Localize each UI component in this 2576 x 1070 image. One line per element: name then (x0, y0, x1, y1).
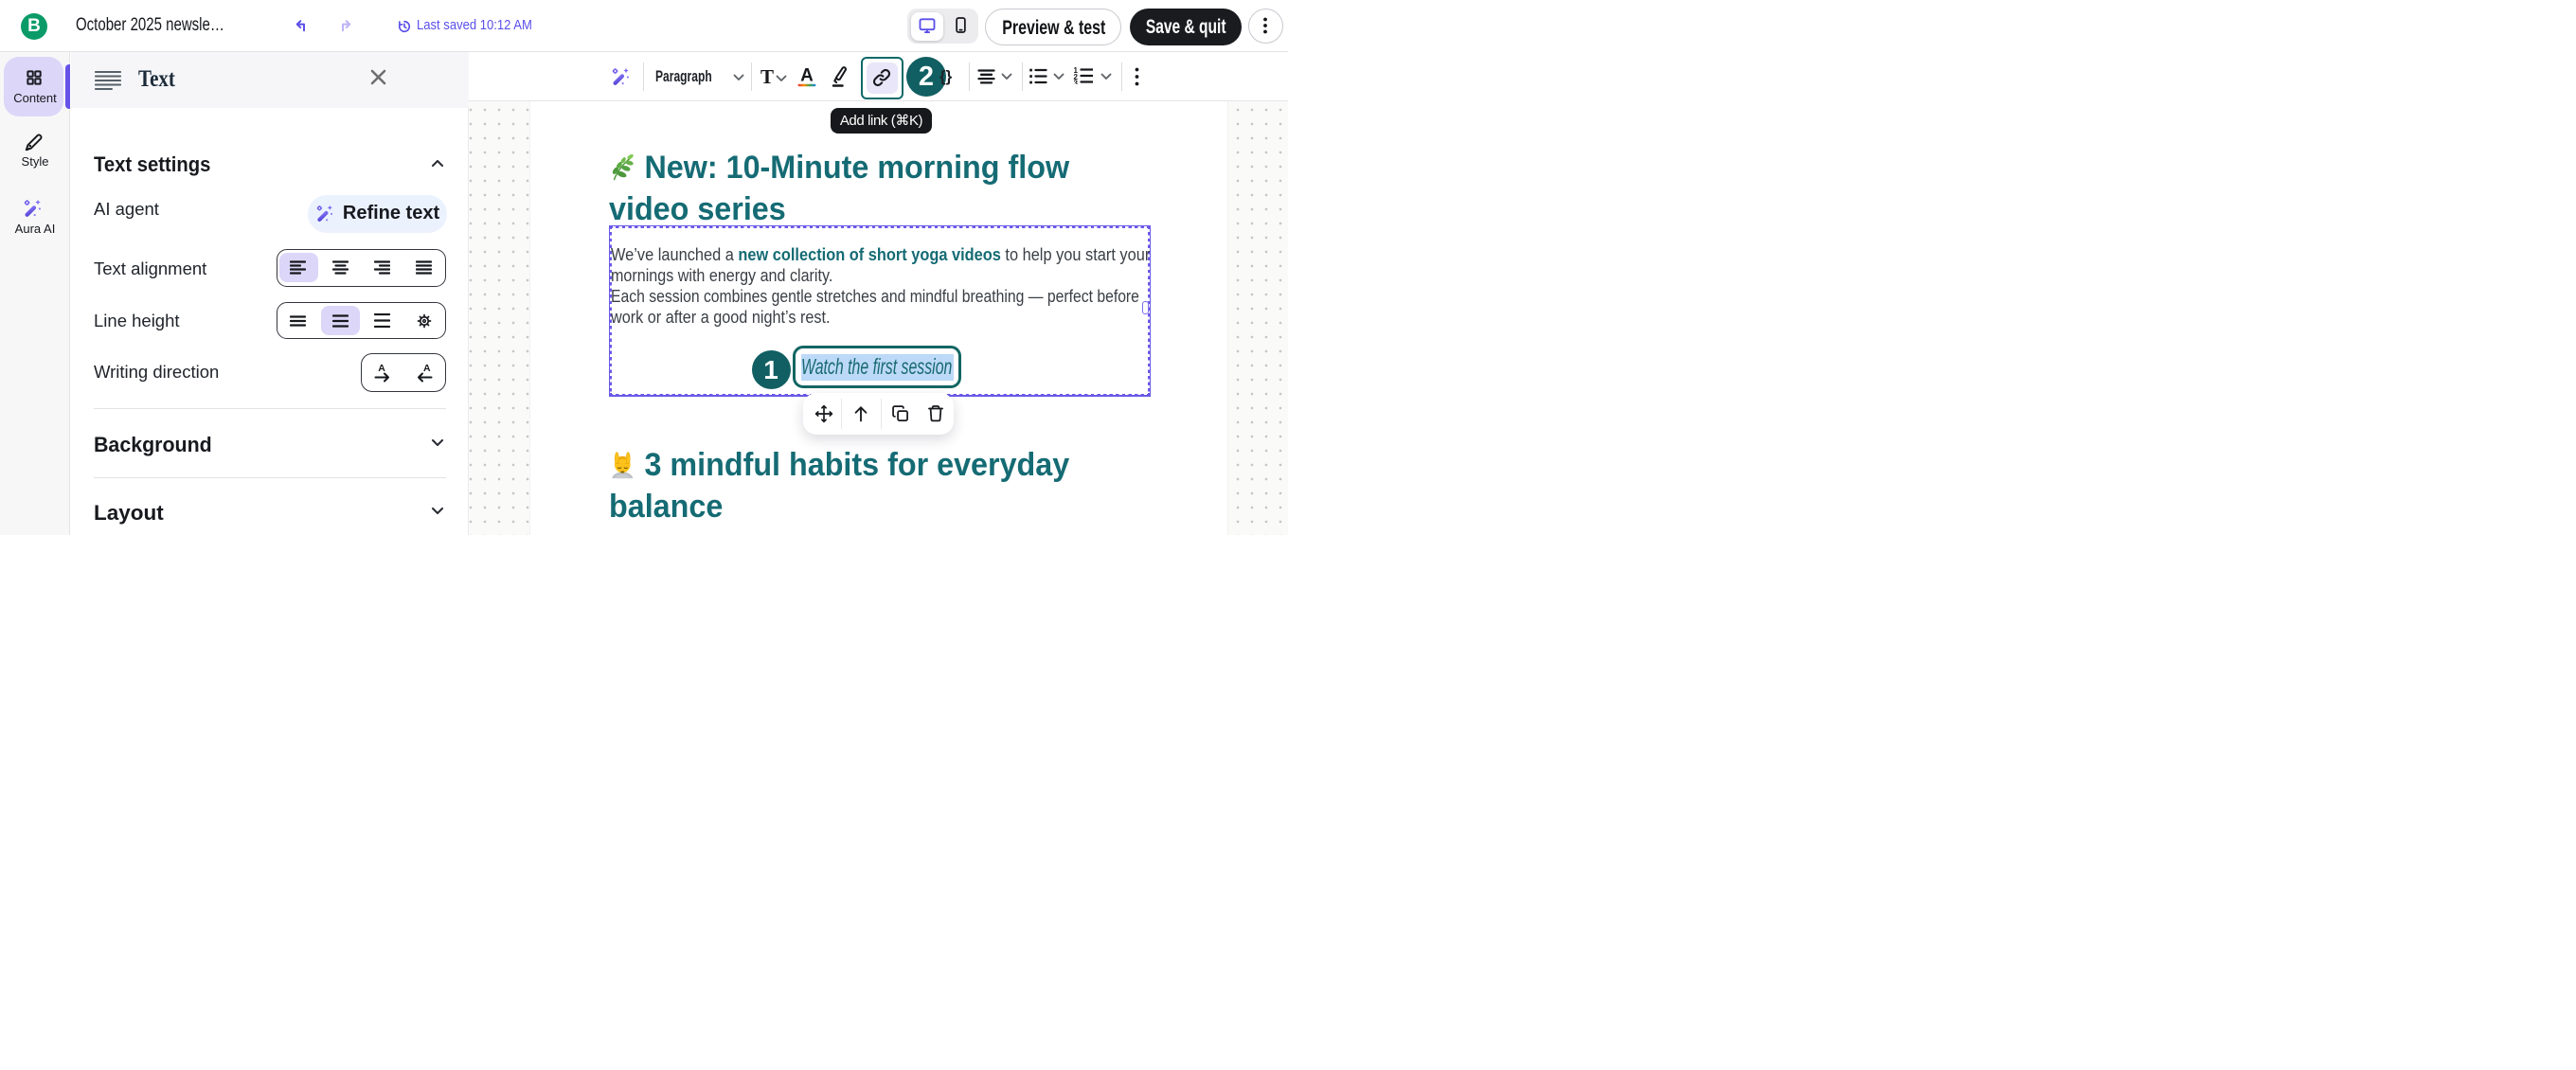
svg-text:A: A (378, 363, 385, 374)
svg-text:A: A (800, 66, 814, 86)
svg-text:3: 3 (1074, 80, 1079, 85)
svg-text:A: A (423, 363, 431, 374)
